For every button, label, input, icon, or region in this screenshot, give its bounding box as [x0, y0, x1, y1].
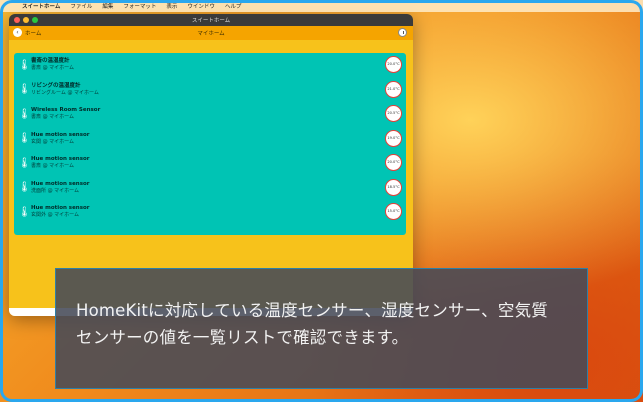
minimize-window-button[interactable]	[23, 17, 29, 23]
temperature-gauge: 18.5°C	[385, 178, 402, 196]
caption-line-1: HomeKitに対応している温度センサー、湿度センサー、空気質	[76, 301, 548, 320]
temperature-gauge: 15.0°C	[385, 203, 402, 220]
nav-bar: ‹ ホーム マイホーム	[9, 26, 413, 40]
close-window-button[interactable]	[14, 17, 20, 23]
menu-file[interactable]: ファイル	[70, 2, 92, 10]
sensor-row[interactable]: 🌡 Hue motion sensor 洗面所 @ マイホーム 18.5°C	[14, 176, 406, 201]
thermometer-icon: 🌡	[18, 182, 31, 194]
promo-caption: HomeKitに対応している温度センサー、湿度センサー、空気質 センサーの値を一…	[55, 268, 588, 389]
home-button-label: ホーム	[25, 30, 42, 37]
menu-window[interactable]: ウインドウ	[187, 2, 215, 10]
window-title: スイートホーム	[191, 18, 231, 24]
sensor-name: リビングの温湿度計	[31, 82, 81, 89]
temperature-gauge: 20.5°C	[385, 105, 402, 122]
sensor-row[interactable]: 🌡 リビングの温湿度計 リビングルーム @ マイホーム 21.0°C	[14, 78, 406, 103]
thermometer-icon: 🌡	[18, 133, 31, 145]
sensor-location: 書斎 @ マイホーム	[31, 65, 75, 72]
menu-edit[interactable]: 編集	[102, 2, 113, 10]
clock-icon[interactable]	[398, 28, 407, 37]
menu-app-name[interactable]: スイートホーム	[22, 2, 60, 10]
zoom-window-button[interactable]	[32, 17, 38, 23]
menu-view[interactable]: 表示	[166, 2, 177, 10]
sensor-location: 洗面所 @ マイホーム	[31, 187, 80, 194]
window-controls	[14, 17, 38, 23]
sensor-row[interactable]: 🌡 Hue motion sensor 書斎 @ マイホーム 20.0°C	[14, 151, 406, 176]
chevron-left-icon: ‹	[13, 28, 22, 37]
sensor-location: 書斎 @ マイホーム	[31, 163, 75, 170]
thermometer-icon: 🌡	[18, 108, 31, 120]
menu-format[interactable]: フォーマット	[123, 2, 156, 10]
temperature-gauge: 19.0°C	[385, 129, 402, 147]
thermometer-icon: 🌡	[18, 59, 31, 71]
sensor-name: Hue motion sensor	[31, 180, 90, 187]
caption-line-2: センサーの値を一覧リストで確認できます。	[76, 328, 409, 347]
sensor-location: 玄関外 @ マイホーム	[31, 212, 80, 219]
temperature-gauge: 20.0°C	[385, 56, 402, 73]
sensor-row[interactable]: 🌡 Hue motion sensor 玄関 @ マイホーム 19.0°C	[14, 127, 406, 152]
home-button[interactable]: ‹ ホーム	[13, 28, 41, 37]
menu-bar: スイートホーム ファイル 編集 フォーマット 表示 ウインドウ ヘルプ	[0, 0, 643, 12]
sensor-list: 🌡 書斎の温湿度計 書斎 @ マイホーム 20.0°C 🌡 リビングの温湿度計 リビ…	[14, 53, 406, 235]
thermometer-icon: 🌡	[18, 84, 31, 96]
thermometer-icon: 🌡	[18, 157, 31, 169]
temperature-gauge: 21.0°C	[385, 80, 402, 98]
sensor-row[interactable]: 🌡 Hue motion sensor 玄関外 @ マイホーム 15.0°C	[14, 200, 406, 225]
temperature-gauge: 20.0°C	[385, 154, 402, 171]
window-titlebar: スイートホーム	[9, 14, 413, 26]
sensor-row[interactable]: 🌡 書斎の温湿度計 書斎 @ マイホーム 20.0°C	[14, 53, 406, 78]
sensor-name: Hue motion sensor	[31, 131, 90, 138]
sensor-location: 書斎 @ マイホーム	[31, 114, 75, 121]
sensor-location: 玄関 @ マイホーム	[31, 138, 75, 145]
menu-help[interactable]: ヘルプ	[225, 2, 242, 10]
thermometer-icon: 🌡	[18, 206, 31, 218]
nav-title: マイホーム	[197, 31, 225, 37]
sensor-location: リビングルーム @ マイホーム	[31, 89, 99, 96]
sensor-row[interactable]: 🌡 Wireless Room Sensor 書斎 @ マイホーム 20.5°C	[14, 102, 406, 127]
